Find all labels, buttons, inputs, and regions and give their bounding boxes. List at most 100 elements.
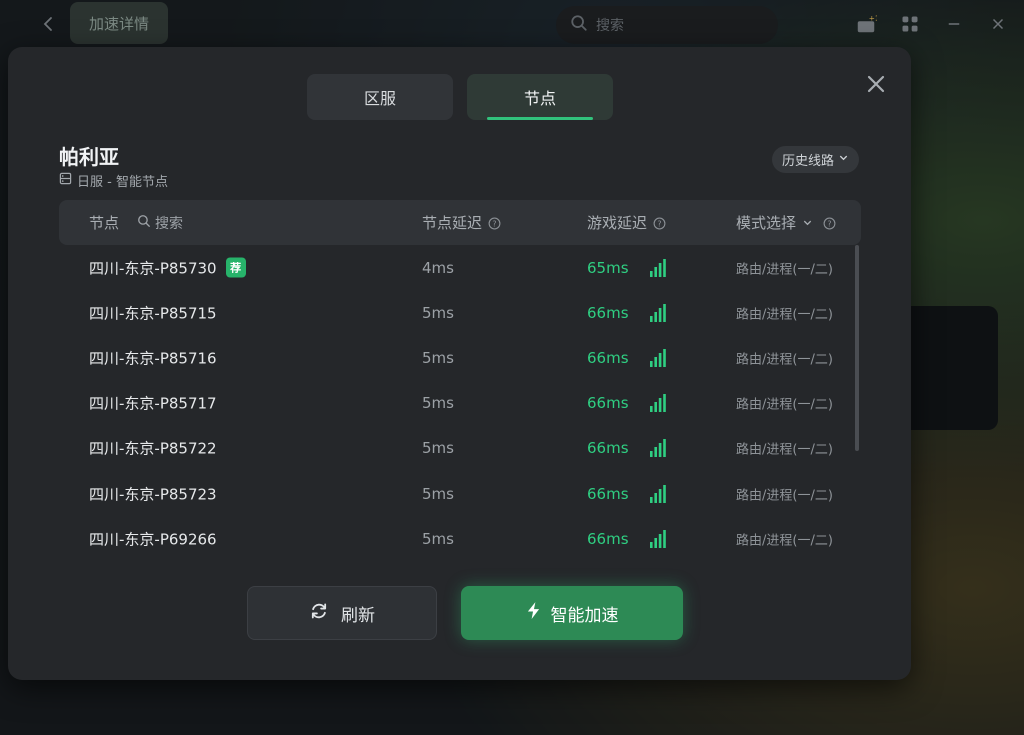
column-node-delay-label: 节点延迟 <box>422 214 483 232</box>
smart-boost-button[interactable]: 智能加速 <box>461 586 683 640</box>
node-name-cell: 四川-东京-P85730 荐 <box>89 257 246 278</box>
signal-bars-icon <box>650 303 666 322</box>
node-name-cell: 四川-东京-P85723 <box>89 483 217 504</box>
dialog-tabs: 区服 节点 <box>307 74 613 120</box>
node-name: 四川-东京-P85715 <box>89 304 217 323</box>
mode-cell: 路由/进程(一/二) <box>736 397 833 413</box>
column-node: 节点 搜索 <box>89 200 183 245</box>
help-circle-icon[interactable]: ? <box>653 216 666 230</box>
tab-node[interactable]: 节点 <box>467 74 613 120</box>
recommended-badge: 荐 <box>225 257 246 278</box>
node-name-cell: 四川-东京-P69266 <box>89 528 217 549</box>
mode-cell: 路由/进程(一/二) <box>736 442 833 458</box>
column-mode-label: 模式选择 <box>736 214 797 232</box>
column-game-delay: 游戏延迟 ? <box>587 200 666 245</box>
close-icon[interactable] <box>863 71 889 97</box>
page-title: 加速详情 <box>70 2 168 44</box>
smart-boost-label: 智能加速 <box>550 605 619 626</box>
chevron-left-icon[interactable] <box>38 14 58 34</box>
column-game-delay-label: 游戏延迟 <box>587 214 648 232</box>
server-subtitle: 日服 - 智能节点 <box>59 171 168 190</box>
mode-cell: 路由/进程(一/二) <box>736 262 833 278</box>
signal-bars-icon <box>650 394 666 413</box>
node-name-cell: 四川-东京-P85715 <box>89 302 217 323</box>
table-row[interactable]: 四川-东京-P85716 5ms 66ms 路由/进程(一/二) <box>59 335 861 380</box>
history-route-button[interactable]: 历史线路 <box>771 146 859 173</box>
node-delay: 5ms <box>422 439 454 458</box>
game-delay: 66ms <box>587 394 629 413</box>
table-row[interactable]: 四川-东京-P85730 荐 4ms 65ms 路由/进程(一/二) <box>59 245 861 290</box>
node-list: 四川-东京-P85730 荐 4ms 65ms 路由/进程(一/二) 四川-东京… <box>59 245 861 561</box>
chevron-down-icon <box>802 214 813 232</box>
game-delay: 66ms <box>587 439 629 458</box>
signal-bars-icon <box>650 348 666 367</box>
tab-region[interactable]: 区服 <box>307 74 453 120</box>
gift-icon[interactable]: +1 <box>854 12 878 36</box>
node-name: 四川-东京-P85723 <box>89 485 217 504</box>
svg-text:?: ? <box>827 219 831 228</box>
column-node-label: 节点 <box>89 214 120 232</box>
refresh-icon <box>309 601 329 626</box>
game-delay: 66ms <box>587 529 629 548</box>
help-circle-icon[interactable]: ? <box>823 216 836 230</box>
close-icon[interactable] <box>986 12 1010 36</box>
signal-bars-icon <box>650 529 666 548</box>
server-subtitle-text: 日服 - 智能节点 <box>77 175 168 190</box>
svg-text:?: ? <box>657 219 661 228</box>
column-node-delay: 节点延迟 ? <box>422 200 501 245</box>
node-name-cell: 四川-东京-P85722 <box>89 438 217 459</box>
refresh-button[interactable]: 刷新 <box>247 586 437 640</box>
refresh-label: 刷新 <box>341 605 375 626</box>
game-delay: 66ms <box>587 348 629 367</box>
node-name: 四川-东京-P85730 <box>89 259 217 278</box>
mode-cell: 路由/进程(一/二) <box>736 533 833 549</box>
node-delay: 5ms <box>422 394 454 413</box>
table-row[interactable]: 四川-东京-P85722 5ms 66ms 路由/进程(一/二) <box>59 426 861 471</box>
signal-bars-icon <box>650 439 666 458</box>
table-row[interactable]: 四川-东京-P69266 5ms 66ms 路由/进程(一/二) <box>59 516 861 561</box>
table-row[interactable]: 四川-东京-P85715 5ms 66ms 路由/进程(一/二) <box>59 290 861 335</box>
search-icon <box>137 214 151 232</box>
grid-icon[interactable] <box>898 12 922 36</box>
server-name: 帕利亚 <box>59 145 119 169</box>
signal-bars-icon <box>650 484 666 503</box>
node-name-cell: 四川-东京-P85717 <box>89 393 217 414</box>
node-name: 四川-东京-P69266 <box>89 530 217 549</box>
history-route-label: 历史线路 <box>781 154 834 169</box>
node-name: 四川-东京-P85717 <box>89 394 217 413</box>
list-scrollbar[interactable] <box>855 245 859 451</box>
node-search-label: 搜索 <box>155 215 184 232</box>
node-search[interactable]: 搜索 <box>137 213 183 233</box>
minimize-icon[interactable] <box>942 12 966 36</box>
game-delay: 66ms <box>587 484 629 503</box>
node-delay: 5ms <box>422 348 454 367</box>
column-mode[interactable]: 模式选择 ? <box>736 200 836 245</box>
node-delay: 4ms <box>422 258 454 277</box>
node-name: 四川-东京-P85716 <box>89 349 217 368</box>
search-input[interactable]: 搜索 <box>556 6 778 44</box>
game-delay: 66ms <box>587 303 629 322</box>
svg-text:?: ? <box>492 219 496 228</box>
server-icon <box>59 172 72 189</box>
node-name-cell: 四川-东京-P85716 <box>89 347 217 368</box>
top-bar: 加速详情 搜索 +1 <box>0 0 1024 48</box>
mode-cell: 路由/进程(一/二) <box>736 307 833 323</box>
chevron-down-icon <box>838 152 849 167</box>
signal-bars-icon <box>650 258 666 277</box>
node-delay: 5ms <box>422 529 454 548</box>
search-icon <box>570 14 588 36</box>
table-header: 节点 搜索 节点延迟 ? 游戏延迟 ? 模式选择 ? <box>59 200 861 245</box>
table-row[interactable]: 四川-东京-P85723 5ms 66ms 路由/进程(一/二) <box>59 471 861 516</box>
mode-cell: 路由/进程(一/二) <box>736 352 833 368</box>
node-name: 四川-东京-P85722 <box>89 439 217 458</box>
game-delay: 65ms <box>587 258 629 277</box>
help-circle-icon[interactable]: ? <box>488 216 501 230</box>
table-row[interactable]: 四川-东京-P85717 5ms 66ms 路由/进程(一/二) <box>59 381 861 426</box>
search-placeholder: 搜索 <box>596 18 624 34</box>
mode-cell: 路由/进程(一/二) <box>736 488 833 504</box>
lightning-icon <box>526 601 541 625</box>
svg-text:+1: +1 <box>869 13 877 22</box>
node-delay: 5ms <box>422 303 454 322</box>
node-selection-dialog: 区服 节点 帕利亚 日服 - 智能节点 历史线路 节点 搜索 节点延迟 ? 游戏… <box>8 47 911 680</box>
node-delay: 5ms <box>422 484 454 503</box>
